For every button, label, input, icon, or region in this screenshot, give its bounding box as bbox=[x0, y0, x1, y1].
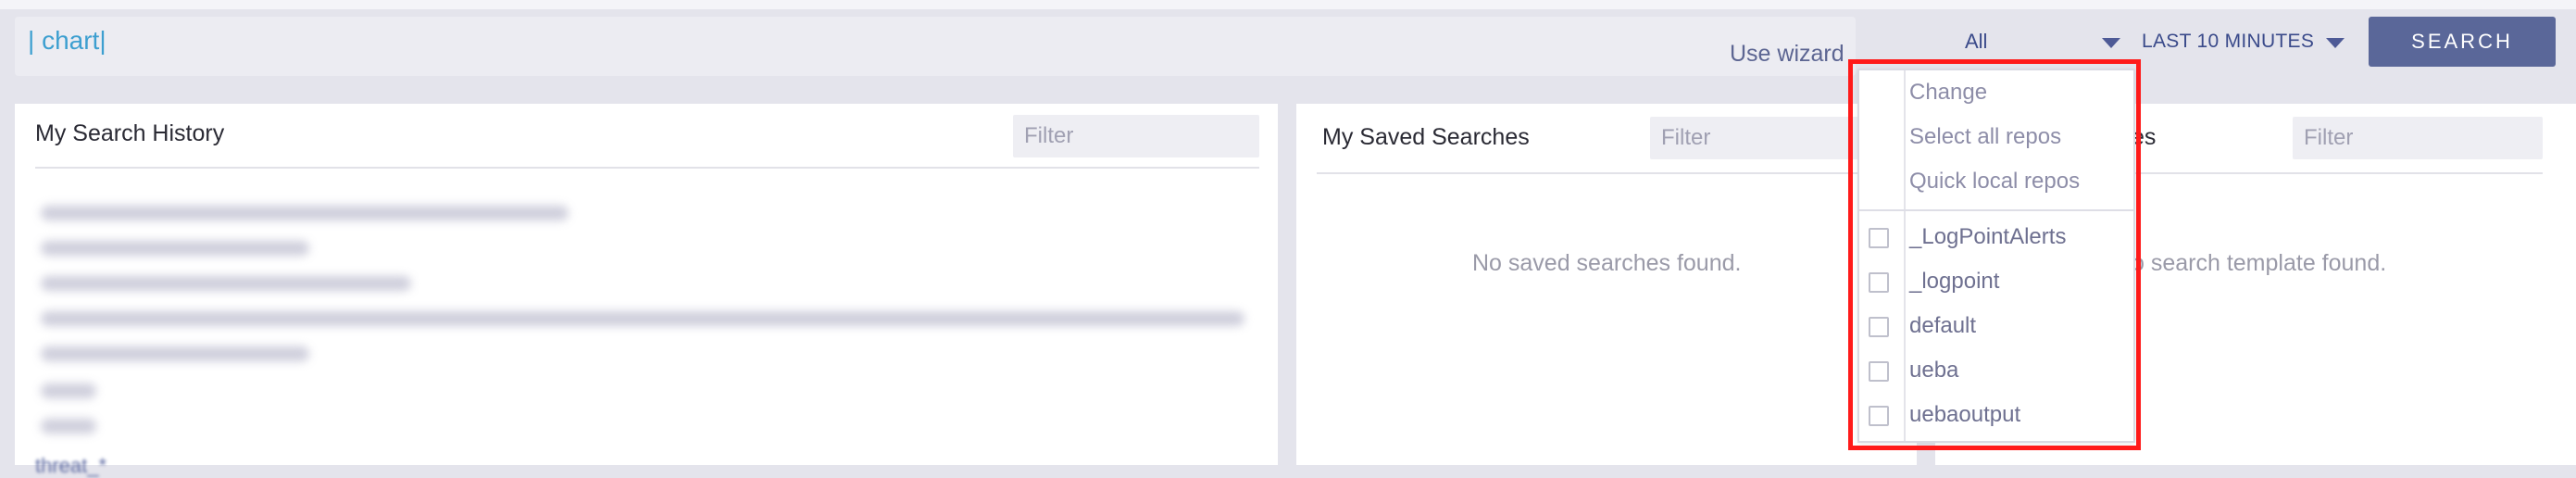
divider bbox=[2132, 172, 2543, 174]
search-templates-filter-input[interactable] bbox=[2293, 117, 2543, 159]
repo-checkbox[interactable] bbox=[1869, 317, 1889, 337]
repo-option-label: uebaoutput bbox=[1909, 402, 2021, 427]
repo-option-label: _logpoint bbox=[1909, 269, 2000, 294]
search-button[interactable]: SEARCH bbox=[2369, 17, 2556, 67]
time-range-select[interactable]: LAST 10 MINUTES bbox=[2142, 31, 2314, 53]
history-item[interactable] bbox=[41, 346, 309, 361]
search-bar[interactable]: | chart| Use wizard bbox=[15, 17, 1856, 76]
saved-searches-title: My Saved Searches bbox=[1322, 124, 1530, 150]
repo-checkbox[interactable] bbox=[1869, 272, 1889, 293]
time-range-chevron-down-icon[interactable] bbox=[2326, 38, 2345, 48]
repo-option-label: ueba bbox=[1909, 358, 1959, 383]
dropdown-separator bbox=[1859, 209, 2133, 211]
repo-checkbox[interactable] bbox=[1869, 361, 1889, 382]
search-history-filter-input[interactable] bbox=[1013, 115, 1259, 157]
text-cursor: | bbox=[99, 26, 106, 55]
repo-select-value[interactable]: All bbox=[1965, 30, 1987, 54]
history-item[interactable] bbox=[41, 419, 96, 434]
cursor-mark-left: | bbox=[28, 26, 35, 55]
repo-chevron-down-icon[interactable] bbox=[2102, 38, 2120, 48]
saved-searches-panel: My Saved Searches No saved searches foun… bbox=[1296, 104, 1917, 465]
search-query-input[interactable]: | chart| bbox=[28, 26, 106, 56]
history-item[interactable] bbox=[41, 311, 1244, 326]
saved-searches-empty-text: No saved searches found. bbox=[1472, 250, 1742, 276]
dropdown-quick-local-repos-item[interactable]: Quick local repos bbox=[1909, 169, 2080, 195]
repo-option-label: default bbox=[1909, 313, 1977, 338]
repo-option-logpointalerts[interactable]: _LogPointAlerts bbox=[1859, 217, 2133, 258]
dropdown-change-item[interactable]: Change bbox=[1909, 80, 1987, 106]
repo-option-uebaoutput[interactable]: uebaoutput bbox=[1859, 395, 2133, 435]
search-templates-empty-text: o search template found. bbox=[2132, 250, 2387, 276]
divider bbox=[35, 167, 1259, 169]
history-item[interactable] bbox=[41, 206, 569, 220]
search-query-text: chart bbox=[42, 26, 100, 55]
repo-checkbox[interactable] bbox=[1869, 406, 1889, 426]
repo-option-default[interactable]: default bbox=[1859, 306, 2133, 346]
repo-dropdown-menu: Change Select all repos Quick local repo… bbox=[1857, 69, 2135, 443]
search-history-panel: My Search History threat_* bbox=[15, 104, 1278, 477]
repo-option-logpoint[interactable]: _logpoint bbox=[1859, 261, 2133, 302]
use-wizard-link[interactable]: Use wizard bbox=[1730, 41, 1844, 68]
history-item[interactable] bbox=[41, 384, 96, 398]
top-band bbox=[0, 0, 2576, 9]
repo-option-ueba[interactable]: ueba bbox=[1859, 350, 2133, 391]
search-history-title: My Search History bbox=[35, 120, 225, 146]
repo-option-label: _LogPointAlerts bbox=[1909, 224, 2067, 249]
history-item[interactable] bbox=[41, 276, 411, 291]
history-item-label[interactable]: threat_* bbox=[35, 454, 106, 478]
history-item[interactable] bbox=[41, 241, 309, 256]
repo-checkbox[interactable] bbox=[1869, 228, 1889, 248]
dropdown-select-all-repos-item[interactable]: Select all repos bbox=[1909, 124, 2061, 150]
divider bbox=[1317, 172, 1900, 174]
